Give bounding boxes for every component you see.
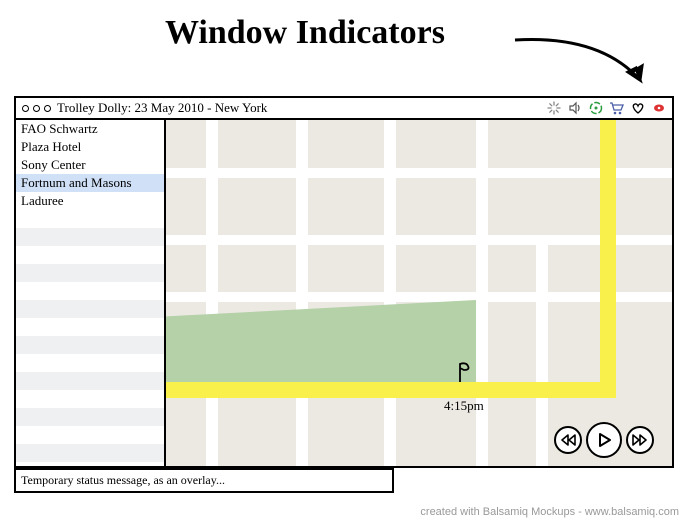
- list-item[interactable]: Fortnum and Masons: [16, 174, 164, 192]
- play-button[interactable]: [586, 422, 622, 458]
- map-route: [166, 382, 616, 398]
- minimize-dot[interactable]: [33, 105, 40, 112]
- map-route: [600, 120, 616, 398]
- gps-icon[interactable]: [588, 101, 603, 116]
- list-item[interactable]: Plaza Hotel: [16, 138, 164, 156]
- marker-time: 4:15pm: [444, 398, 484, 414]
- rewind-button[interactable]: [554, 426, 582, 454]
- map-road: [536, 235, 548, 466]
- location-sidebar: FAO Schwartz Plaza Hotel Sony Center For…: [16, 120, 166, 466]
- record-icon[interactable]: [651, 101, 666, 116]
- annotation-arrow: [510, 30, 660, 100]
- status-message: Temporary status message, as an overlay.…: [14, 468, 394, 493]
- map-view[interactable]: 4:15pm: [166, 120, 672, 466]
- list-item[interactable]: FAO Schwartz: [16, 120, 164, 138]
- annotation-label: Window Indicators: [165, 14, 445, 52]
- list-item[interactable]: Sony Center: [16, 156, 164, 174]
- map-road: [206, 120, 218, 466]
- heart-icon[interactable]: [630, 101, 645, 116]
- app-window: Trolley Dolly: 23 May 2010 - New York: [14, 96, 674, 468]
- map-road: [296, 120, 308, 466]
- loading-icon: [546, 101, 561, 116]
- window-controls[interactable]: [22, 105, 51, 112]
- window-indicators: [546, 101, 666, 116]
- flag-icon[interactable]: [456, 362, 478, 384]
- map-road: [166, 168, 672, 178]
- sound-icon[interactable]: [567, 101, 582, 116]
- map-road: [166, 292, 672, 302]
- map-road: [384, 120, 396, 466]
- playback-controls: [554, 422, 654, 458]
- cart-icon[interactable]: [609, 101, 624, 116]
- forward-button[interactable]: [626, 426, 654, 454]
- window-title: Trolley Dolly: 23 May 2010 - New York: [57, 100, 267, 116]
- credit-text: created with Balsamiq Mockups - www.bals…: [420, 506, 679, 518]
- list-empty-area: [16, 210, 164, 466]
- map-road: [166, 235, 672, 245]
- zoom-dot[interactable]: [44, 105, 51, 112]
- map-road: [476, 120, 488, 466]
- close-dot[interactable]: [22, 105, 29, 112]
- titlebar: Trolley Dolly: 23 May 2010 - New York: [16, 98, 672, 120]
- list-item[interactable]: Laduree: [16, 192, 164, 210]
